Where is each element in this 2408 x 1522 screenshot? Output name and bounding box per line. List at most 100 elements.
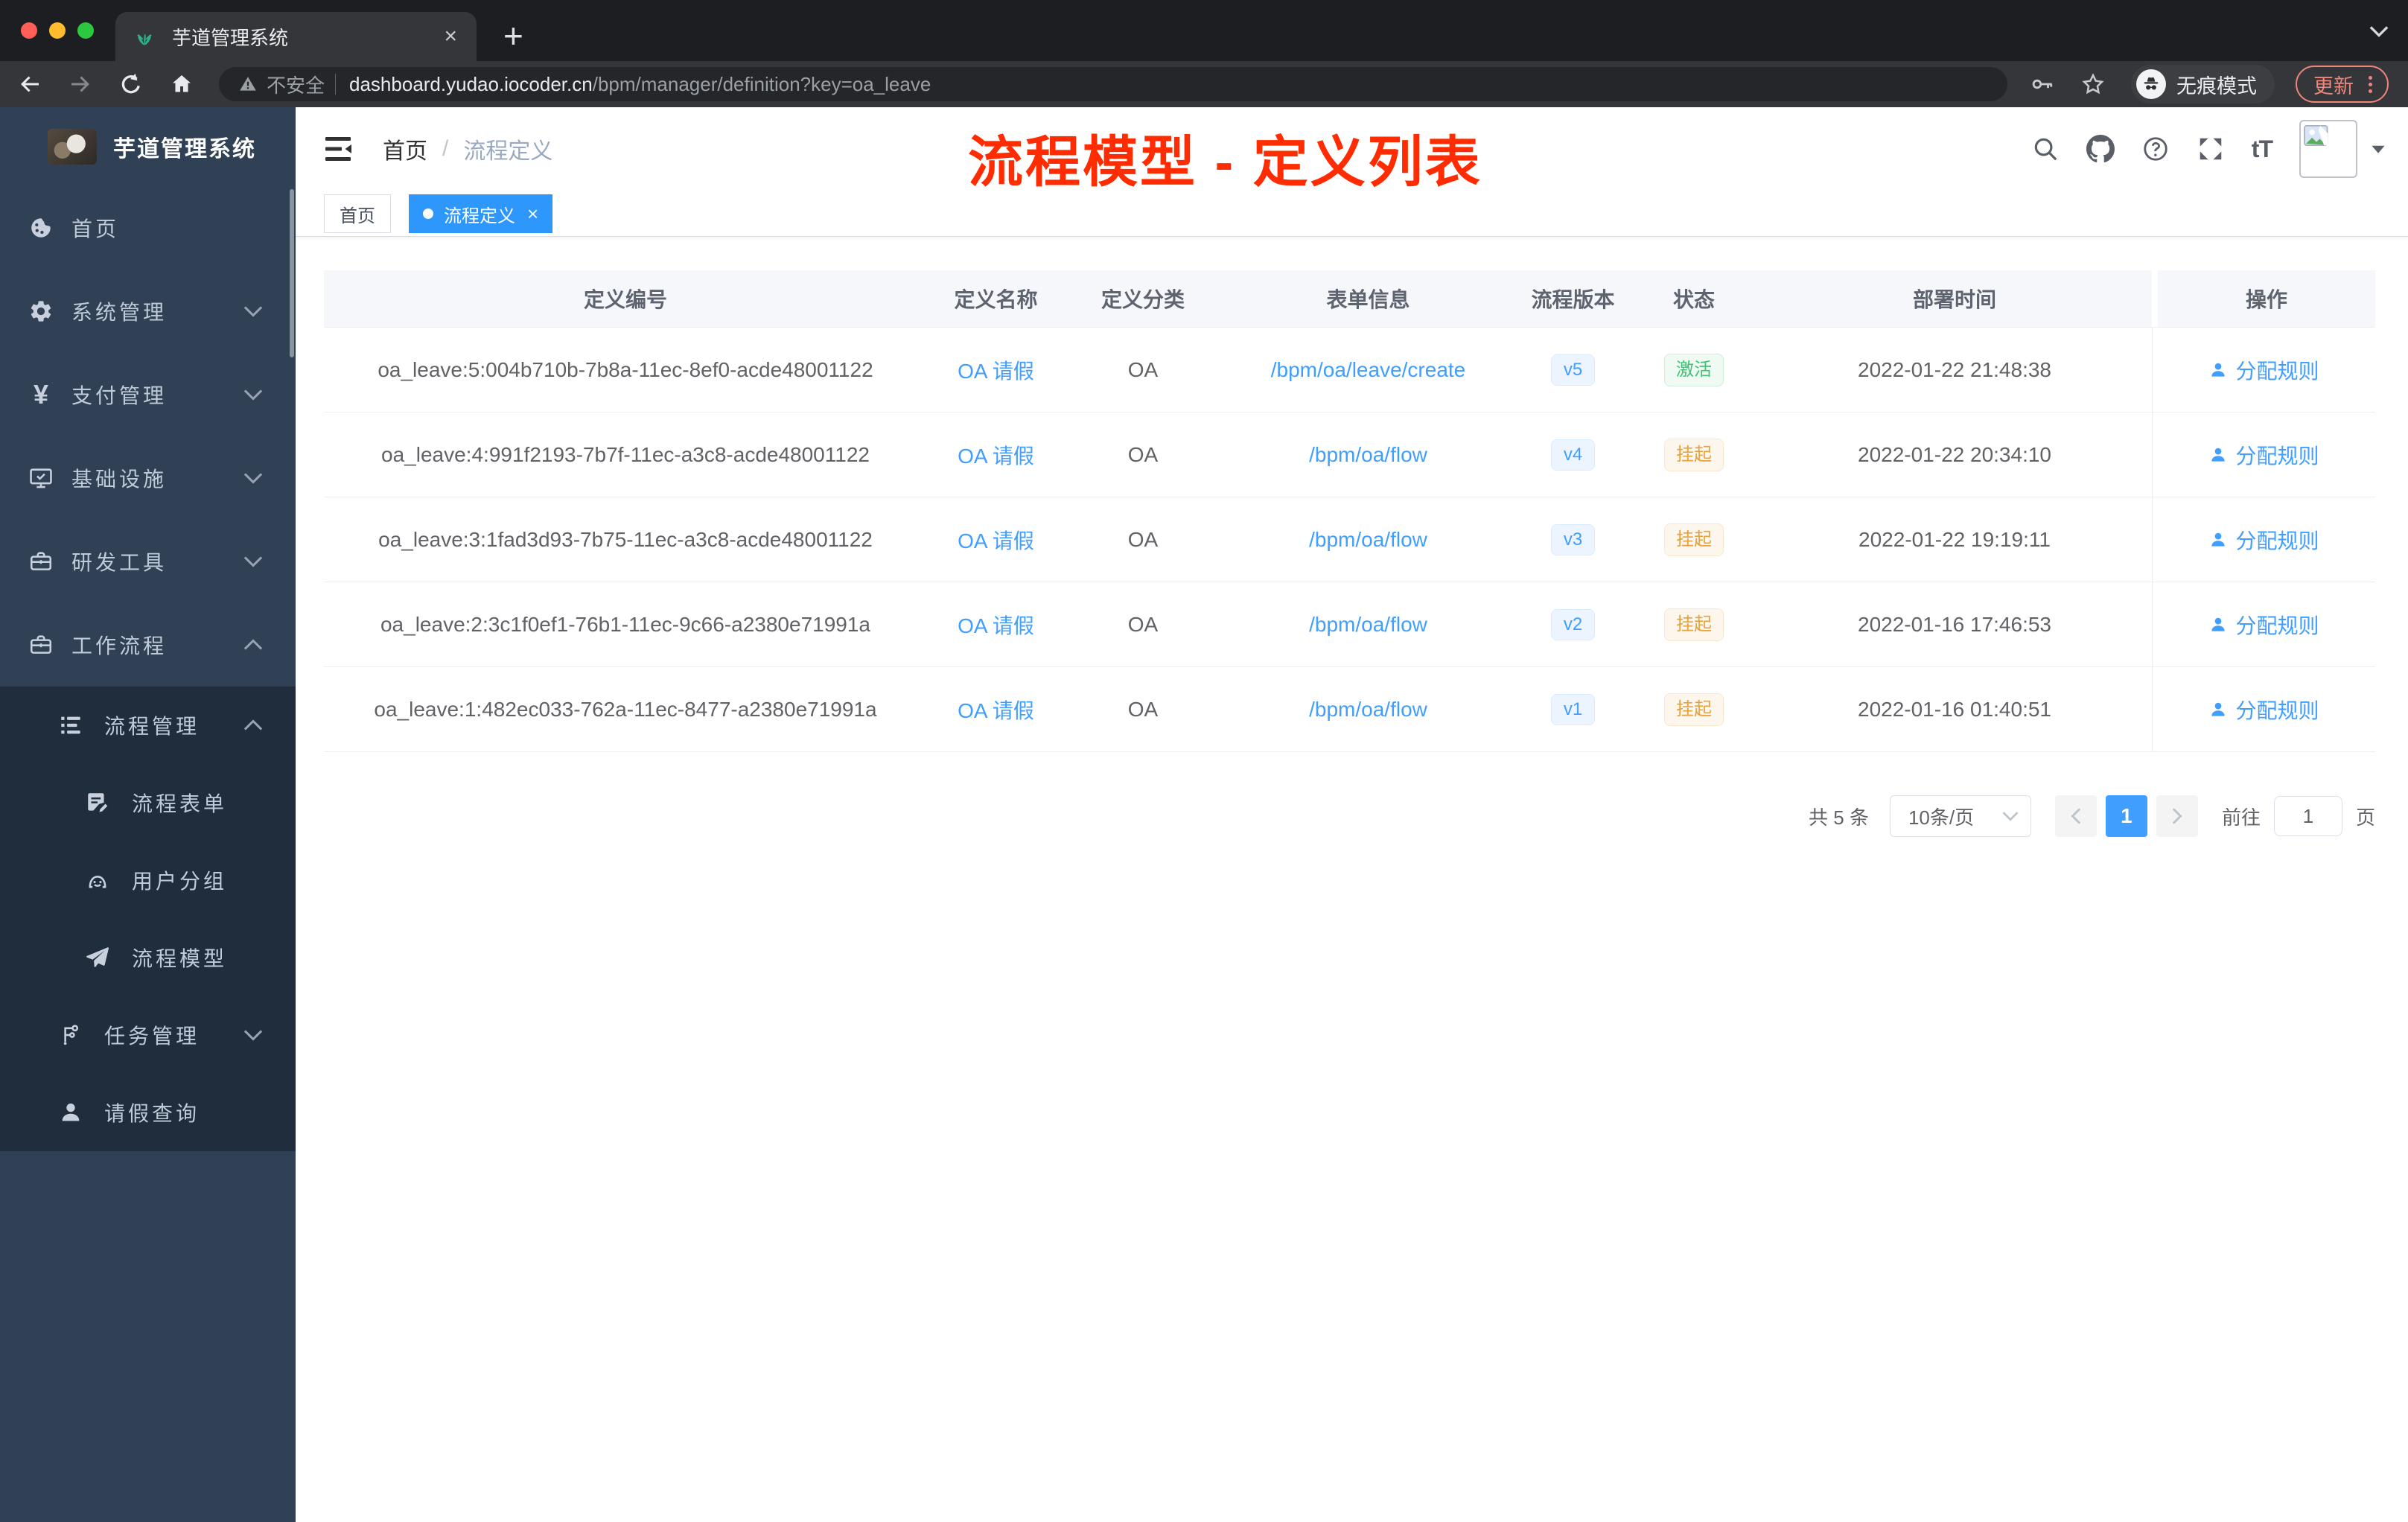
definition-category: OA (1127, 612, 1159, 636)
form-link[interactable]: /bpm/oa/flow (1309, 528, 1427, 552)
page-number-current[interactable]: 1 (2105, 795, 2147, 837)
version-tag: v5 (1550, 354, 1596, 386)
security-label[interactable]: 不安全 (267, 71, 325, 98)
address-bar[interactable]: 不安全 dashboard.yudao.iocoder.cn/bpm/manag… (219, 67, 2007, 101)
user-icon (2211, 532, 2226, 547)
new-tab-button[interactable]: + (503, 13, 523, 58)
sidebar-item-user-group[interactable]: 用户分组 (0, 841, 296, 919)
browser-update-button[interactable]: 更新 (2296, 66, 2389, 103)
status-badge: 挂起 (1664, 438, 1724, 471)
monitor-icon (30, 468, 52, 488)
col-actions: 操作 (2158, 270, 2375, 327)
assign-rule-button[interactable]: 分配规则 (2208, 695, 2319, 725)
briefcase-icon (30, 635, 52, 654)
browser-tab[interactable]: 芋道管理系统 × (115, 12, 477, 61)
assign-rule-button[interactable]: 分配规则 (2208, 440, 2319, 470)
sidebar-item-task-management[interactable]: 任务管理 (0, 996, 296, 1074)
sidebar-logo-row[interactable]: 芋道管理系统 (0, 107, 296, 186)
page-size-select[interactable]: 10条/页 (1889, 795, 2031, 837)
chevron-up-icon (243, 639, 263, 650)
tab-close-icon[interactable]: × (441, 24, 460, 49)
sidebar-item-infra[interactable]: 基础设施 (0, 436, 296, 520)
sidebar-item-payment[interactable]: ¥ 支付管理 (0, 353, 296, 436)
status-badge: 挂起 (1664, 692, 1724, 726)
paper-plane-icon (86, 947, 109, 967)
sidebar-item-home[interactable]: 首页 (0, 186, 296, 270)
table-header: 定义编号 定义名称 定义分类 表单信息 流程版本 状态 部署时间 操作 (324, 270, 2375, 328)
form-link[interactable]: /bpm/oa/leave/create (1271, 358, 1466, 382)
definition-name-link[interactable]: OA 请假 (958, 610, 1034, 640)
caret-down-icon[interactable] (2371, 144, 2386, 154)
back-icon[interactable] (16, 71, 43, 98)
chevron-down-icon (243, 556, 263, 567)
avatar[interactable] (2299, 120, 2357, 178)
col-definition-category: 定义分类 (1065, 270, 1221, 327)
logo-image (48, 129, 97, 165)
window-minimize-button[interactable] (49, 22, 66, 39)
forward-icon[interactable] (67, 71, 94, 98)
sidebar-item-process-model[interactable]: 流程模型 (0, 919, 296, 996)
breadcrumb-home[interactable]: 首页 (383, 133, 427, 165)
form-link[interactable]: /bpm/oa/flow (1309, 613, 1427, 637)
chevron-down-icon (243, 389, 263, 401)
home-icon[interactable] (168, 71, 195, 98)
reload-icon[interactable] (118, 71, 144, 98)
dashboard-icon (31, 218, 51, 238)
definition-name-link[interactable]: OA 请假 (958, 525, 1034, 555)
sidebar-item-process-form[interactable]: 流程表单 (0, 764, 296, 841)
font-size-icon[interactable]: tT (2252, 136, 2273, 163)
sidebar-item-devtools[interactable]: 研发工具 (0, 520, 296, 603)
prev-page-button[interactable] (2054, 795, 2097, 837)
chevron-down-icon (243, 473, 263, 484)
table-row: oa_leave:2:3c1f0ef1-76b1-11ec-9c66-a2380… (324, 582, 2375, 667)
navbar-actions: tT (2031, 107, 2386, 191)
sidebar: 芋道管理系统 首页 系统管理 ¥ 支付管理 基础设施 研发工具 工作流程 流程管… (0, 107, 296, 1522)
sidebar-scrollbar-thumb[interactable] (290, 189, 294, 357)
sidebar-item-process-management[interactable]: 流程管理 (0, 687, 296, 764)
chevron-right-icon (2172, 808, 2182, 824)
sidebar-item-leave-query[interactable]: 请假查询 (0, 1074, 296, 1151)
definition-name-link[interactable]: OA 请假 (958, 440, 1034, 470)
form-link[interactable]: /bpm/oa/flow (1309, 443, 1427, 467)
pagination: 共 5 条 10条/页 1 前往 页 (324, 795, 2375, 837)
search-icon[interactable] (2031, 135, 2060, 163)
browser-window: 芋道管理系统 × + 不安全 dashboard.yudao.iocoder.c… (0, 0, 2408, 1522)
password-key-icon[interactable] (2030, 71, 2055, 97)
sidebar-item-system[interactable]: 系统管理 (0, 270, 296, 353)
assign-rule-button[interactable]: 分配规则 (2208, 525, 2319, 555)
tag-home[interactable]: 首页 (324, 194, 391, 233)
help-icon[interactable] (2141, 135, 2170, 163)
tab-overflow-chevron-icon[interactable] (2369, 25, 2389, 37)
toolbox-icon (30, 552, 52, 570)
status-badge: 挂起 (1664, 523, 1724, 556)
definition-name-link[interactable]: OA 请假 (958, 355, 1034, 385)
definition-id: oa_leave:4:991f2193-7b7f-11ec-a3c8-acde4… (381, 442, 870, 466)
sidebar-item-workflow[interactable]: 工作流程 (0, 603, 296, 687)
col-deploy-time: 部署时间 (1757, 270, 2152, 327)
window-close-button[interactable] (21, 22, 37, 39)
gear-icon (31, 301, 51, 322)
goto-page-input[interactable] (2273, 796, 2342, 836)
incognito-badge: 无痕模式 (2131, 65, 2275, 104)
tag-close-icon[interactable]: × (527, 203, 538, 226)
col-form-info: 表单信息 (1221, 270, 1515, 327)
assign-rule-button[interactable]: 分配规则 (2208, 610, 2319, 640)
github-icon[interactable] (2086, 135, 2115, 163)
user-icon (2211, 363, 2226, 377)
browser-menu-icon[interactable] (2366, 74, 2375, 95)
next-page-button[interactable] (2156, 795, 2198, 837)
version-tag: v4 (1550, 439, 1596, 471)
address-divider (335, 74, 337, 95)
bookmark-star-icon[interactable] (2080, 71, 2106, 97)
definition-category: OA (1127, 697, 1159, 721)
hamburger-icon[interactable] (325, 136, 355, 162)
tag-process-definition[interactable]: 流程定义 × (409, 194, 553, 233)
window-zoom-button[interactable] (77, 22, 94, 39)
form-edit-icon (88, 793, 108, 812)
fullscreen-icon[interactable] (2197, 135, 2225, 163)
deploy-time: 2022-01-22 21:48:38 (1858, 357, 2051, 381)
form-link[interactable]: /bpm/oa/flow (1309, 698, 1427, 722)
org-tree-icon (63, 1025, 79, 1045)
definition-name-link[interactable]: OA 请假 (958, 695, 1034, 725)
assign-rule-button[interactable]: 分配规则 (2208, 355, 2319, 385)
